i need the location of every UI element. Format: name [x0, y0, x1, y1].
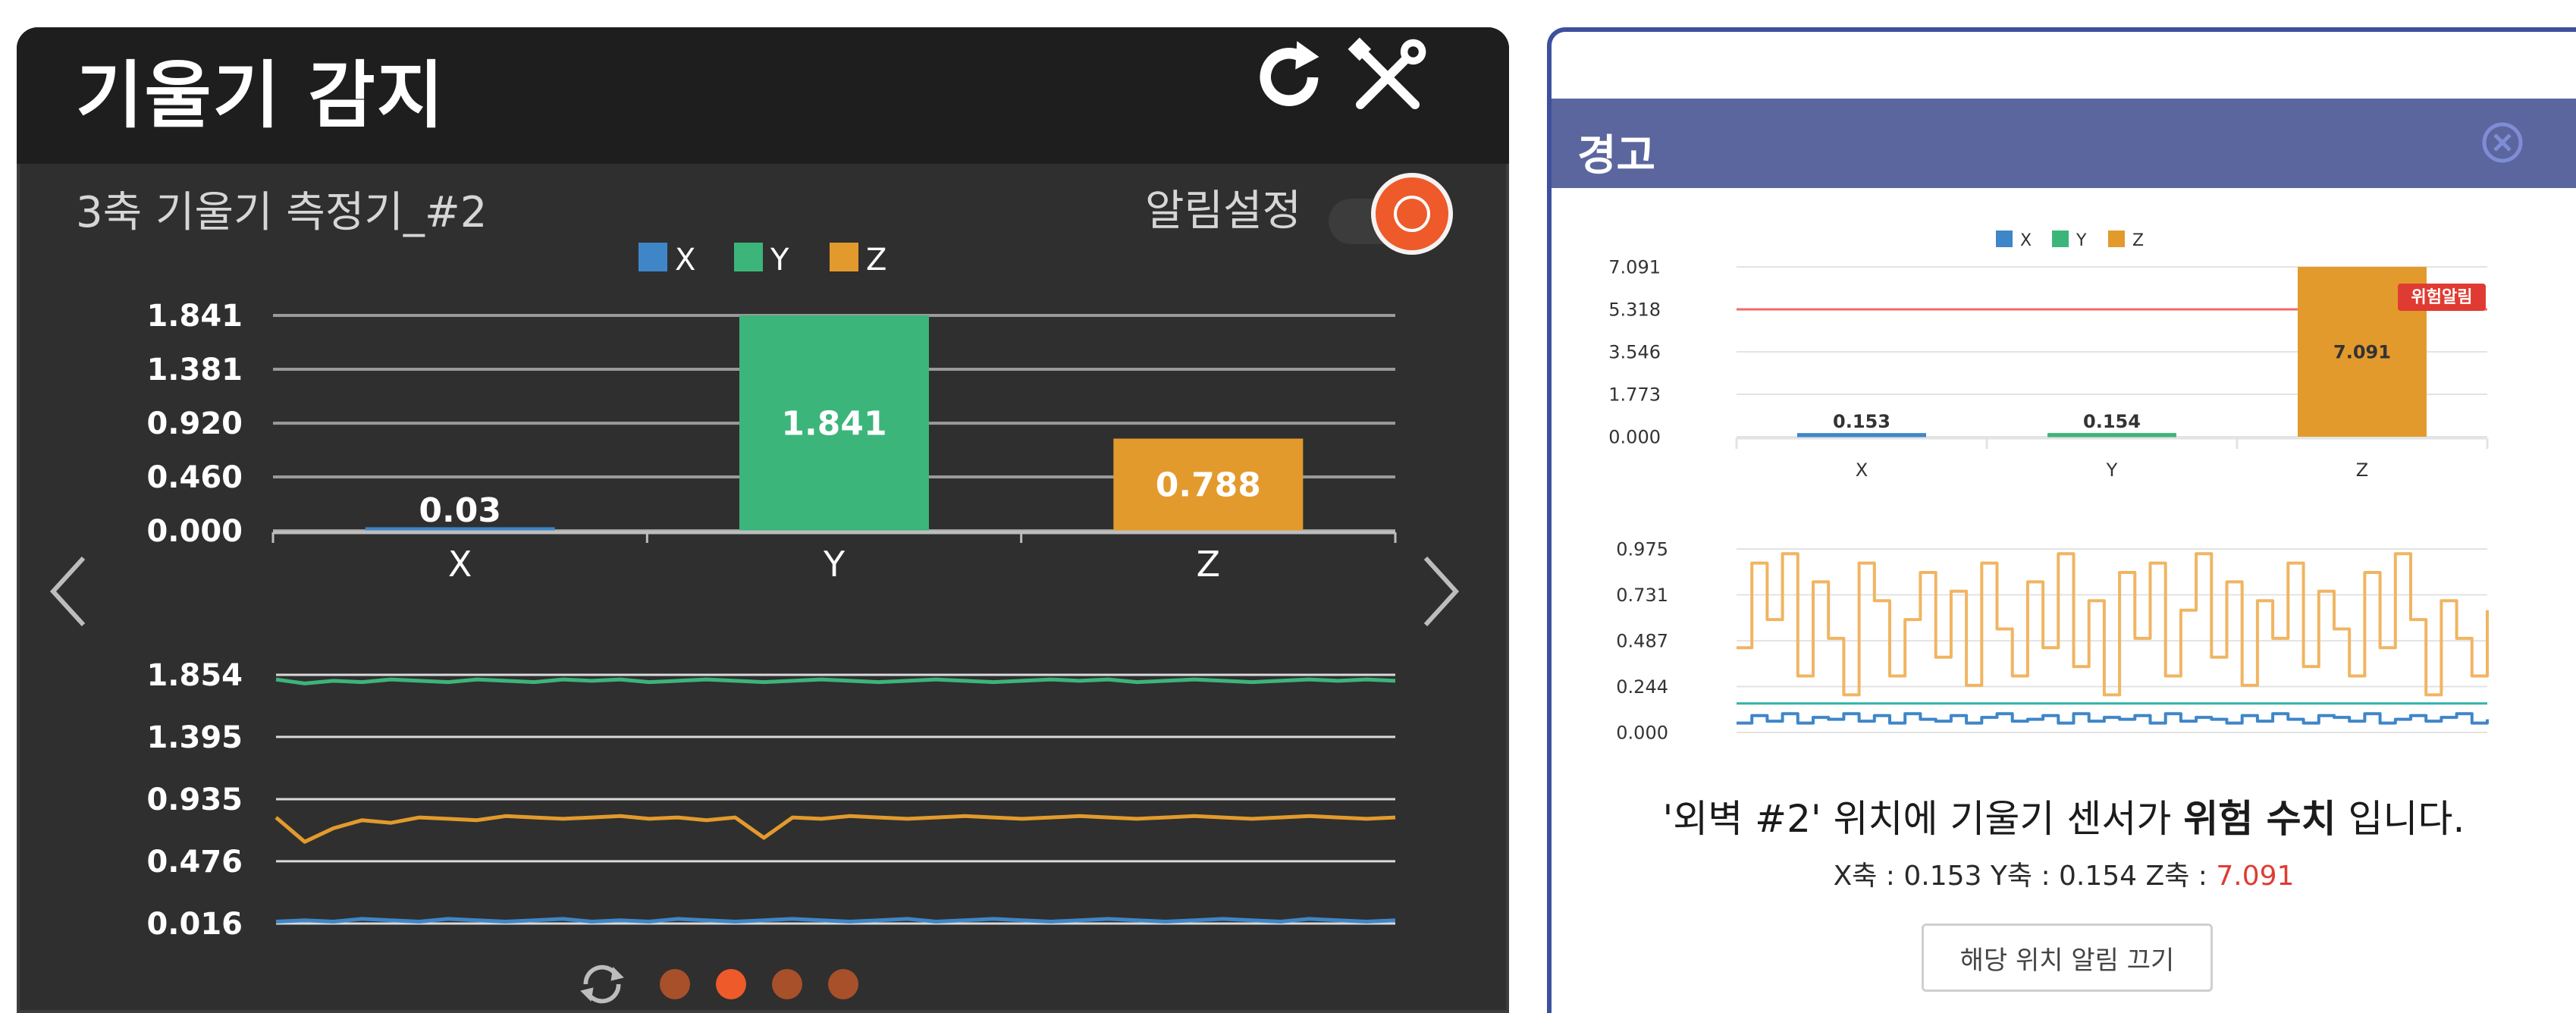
disable-location-alarm-button[interactable]: 해당 위치 알림 끄기: [1922, 924, 2213, 992]
y-tick-label: 0.476: [146, 845, 243, 880]
legend-label-z: Z: [2132, 231, 2144, 250]
bar-x: [1797, 433, 1926, 438]
x-axis-value: X축 : 0.153: [1833, 861, 1982, 892]
bar-value-label-x: 0.03: [419, 491, 501, 530]
y-tick-label: 0.935: [146, 782, 243, 817]
x-category-label-x: X: [1856, 459, 1868, 481]
bar-value-label-y: 0.154: [2083, 411, 2141, 432]
legend-swatch-y: [2052, 231, 2069, 247]
y-tick-label: 0.244: [1616, 676, 1668, 698]
bar-value-label-y: 1.841: [781, 404, 886, 443]
alert-message-prefix: '외벽 #2' 위치에 기울기 센서가: [1662, 797, 2184, 841]
threshold-label: 위험알림: [2411, 287, 2473, 307]
bar-value-label-x: 0.153: [1833, 411, 1890, 432]
legend-swatch-y: [734, 243, 763, 271]
y-tick-label: 1.395: [146, 720, 243, 755]
x-category-label-z: Z: [2356, 459, 2368, 481]
y-tick-label: 0.487: [1616, 631, 1668, 652]
bar-value-label-z: 0.788: [1156, 466, 1261, 505]
y-tick-label: 0.731: [1616, 585, 1668, 606]
y-tick-label: 0.975: [1616, 538, 1668, 560]
series-line-x: [275, 917, 1396, 924]
y-tick-label: 0.460: [146, 460, 243, 495]
legend-label-y: Y: [2076, 231, 2087, 250]
bar-y: [2047, 433, 2176, 438]
bar-chart-axes: X Y Z 1.841 1.381 0.920 0.460 0.000 0.03 X 1.841 Y 0…: [146, 243, 1397, 942]
legend-swatch-z: [2108, 231, 2125, 247]
z-axis-label: Z축 :: [2145, 861, 2217, 892]
y-tick-label: 5.318: [1608, 299, 1661, 320]
y-tick-label: 1.773: [1608, 384, 1661, 405]
chevron-left-icon[interactable]: [45, 554, 91, 629]
z-axis-value: 7.091: [2216, 861, 2295, 892]
y-axis-value: Y축 : 0.154: [1990, 861, 2138, 892]
x-category-label-y: Y: [2106, 459, 2118, 481]
pager-dot[interactable]: [828, 969, 858, 999]
y-tick-label: 0.016: [146, 907, 243, 942]
x-category-label-x: X: [448, 544, 472, 585]
x-category-label-y: Y: [823, 544, 846, 585]
y-tick-label: 0.000: [146, 514, 243, 549]
alert-message: '외벽 #2' 위치에 기울기 센서가 위험 수치 입니다.: [1552, 789, 2576, 843]
alert-message-emphasis: 위험 수치: [2183, 797, 2336, 841]
series-line-x: [1737, 712, 2489, 725]
legend-label-y: Y: [770, 243, 789, 278]
legend-swatch-z: [830, 243, 858, 271]
legend-label-x: X: [2020, 231, 2032, 250]
pager-dot[interactable]: [660, 969, 690, 999]
y-tick-label: 0.000: [1616, 722, 1668, 743]
series-line-z: [275, 814, 1396, 844]
y-tick-label: 0.920: [146, 406, 243, 441]
series-line-y: [275, 677, 1396, 685]
sync-icon[interactable]: [575, 957, 629, 1011]
x-category-label-z: Z: [1197, 544, 1221, 585]
pager-dot[interactable]: [716, 969, 746, 999]
chevron-right-icon[interactable]: [1418, 554, 1464, 629]
y-tick-label: 1.841: [146, 299, 243, 334]
y-tick-label: 0.000: [1608, 426, 1661, 447]
y-tick-label: 3.546: [1608, 341, 1661, 362]
series-line-z: [1737, 552, 2489, 697]
legend-label-z: Z: [866, 243, 886, 278]
bar-value-label-z: 7.091: [2333, 341, 2391, 362]
legend-swatch-x: [1996, 231, 2013, 247]
y-tick-label: 1.381: [146, 353, 243, 387]
legend-label-x: X: [675, 243, 695, 278]
carousel-pager: [660, 969, 872, 1002]
alert-message-suffix: 입니다.: [2336, 797, 2465, 841]
alert-values: X축 : 0.153 Y축 : 0.154 Z축 : 7.091: [1552, 854, 2576, 893]
pager-dot[interactable]: [772, 969, 802, 999]
legend-swatch-x: [639, 243, 667, 271]
y-tick-label: 7.091: [1608, 256, 1661, 278]
y-tick-label: 1.854: [146, 658, 243, 693]
